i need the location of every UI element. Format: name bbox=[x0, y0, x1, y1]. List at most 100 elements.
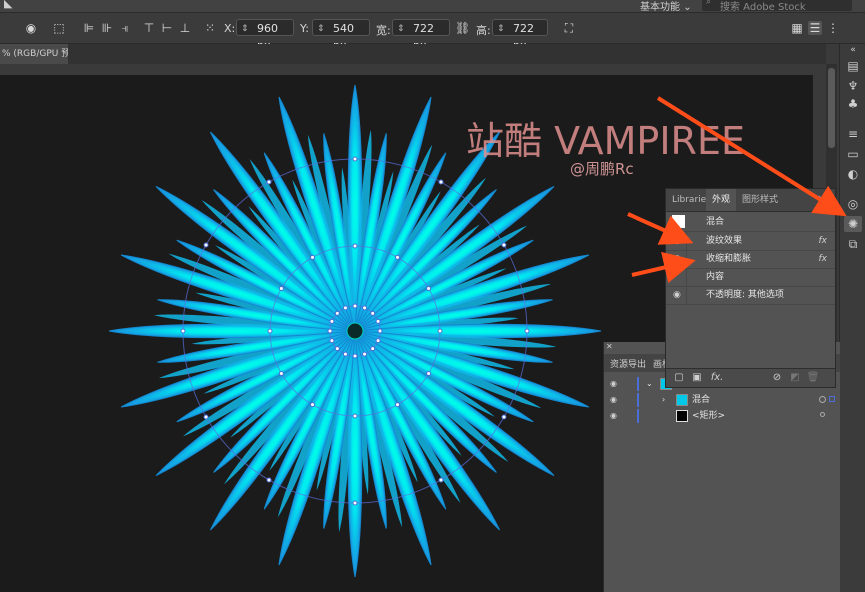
target-icon[interactable] bbox=[820, 412, 825, 417]
anchor-point[interactable] bbox=[203, 414, 209, 420]
target-icon[interactable] bbox=[819, 396, 826, 403]
add-fill-icon[interactable]: ▣ bbox=[690, 371, 704, 385]
anchor-point[interactable] bbox=[352, 353, 358, 359]
anchor-point[interactable] bbox=[375, 338, 381, 344]
anchor-point[interactable] bbox=[437, 328, 443, 334]
tab-asset-export[interactable]: 资源导出 bbox=[610, 357, 646, 370]
align-vcenter-icon[interactable]: ⊢ bbox=[160, 21, 174, 35]
anchor-point[interactable] bbox=[329, 318, 335, 324]
anchor-point[interactable] bbox=[342, 305, 348, 311]
anchor-point[interactable] bbox=[342, 351, 348, 357]
anchor-point[interactable] bbox=[352, 156, 358, 162]
x-field[interactable]: ⇕ 960 px bbox=[236, 19, 294, 52]
gradient-icon[interactable]: ▭ bbox=[844, 146, 862, 162]
anchor-point[interactable] bbox=[438, 179, 444, 185]
anchor-point[interactable] bbox=[266, 477, 272, 483]
anchor-point[interactable] bbox=[501, 414, 507, 420]
anchor-point[interactable] bbox=[334, 310, 340, 316]
anchor-point[interactable] bbox=[375, 318, 381, 324]
contents-label[interactable]: 内容 bbox=[706, 268, 724, 286]
anchor-point[interactable] bbox=[352, 303, 358, 309]
eye-icon[interactable]: ◉ bbox=[673, 250, 681, 268]
graphic-styles-icon[interactable]: ✺ bbox=[844, 216, 862, 232]
anchor-point[interactable] bbox=[501, 242, 507, 248]
trash-icon[interactable]: 🗑 bbox=[806, 371, 820, 385]
anchor-point[interactable] bbox=[327, 328, 333, 334]
anchor-point[interactable] bbox=[266, 179, 272, 185]
anchor-point[interactable] bbox=[362, 351, 368, 357]
scrollbar-thumb[interactable] bbox=[828, 68, 835, 148]
symbols-icon[interactable]: ♣ bbox=[844, 96, 862, 112]
layer-name[interactable]: <矩形> bbox=[692, 408, 725, 424]
stepper-icon[interactable]: ⇕ bbox=[241, 21, 249, 38]
fx-icon[interactable]: fx bbox=[819, 232, 828, 250]
panel-menu-icon[interactable]: ☰ bbox=[808, 21, 822, 35]
appearance-icon[interactable]: ◎ bbox=[844, 196, 862, 212]
reference-point-icon[interactable]: ⁙ bbox=[203, 21, 217, 35]
workspace-switcher[interactable]: 基本功能 ⌄ bbox=[640, 0, 692, 13]
anchor-point[interactable] bbox=[267, 328, 273, 334]
chevron-right-icon[interactable]: › bbox=[662, 392, 665, 408]
align-bottom-icon[interactable]: ⊥ bbox=[178, 21, 192, 35]
appearance-opacity-row[interactable]: ◉ 不透明度: 其他选项 bbox=[666, 286, 835, 305]
anchor-point[interactable] bbox=[310, 254, 315, 260]
eye-icon[interactable]: ◉ bbox=[610, 392, 617, 408]
anchor-point[interactable] bbox=[352, 500, 358, 506]
appearance-effect-row[interactable]: ◉ 收缩和膨胀 fx bbox=[666, 250, 835, 269]
eye-icon[interactable]: ◉ bbox=[610, 376, 617, 392]
anchor-point[interactable] bbox=[329, 338, 335, 344]
anchor-point[interactable] bbox=[377, 328, 383, 334]
tab-graphic-styles[interactable]: 图形样式 bbox=[736, 189, 784, 211]
effect-name[interactable]: 收缩和膨胀 bbox=[706, 250, 751, 268]
close-icon[interactable]: ✕ bbox=[606, 342, 613, 351]
anchor-point[interactable] bbox=[438, 477, 444, 483]
recolor-icon[interactable]: ◉ bbox=[24, 21, 38, 35]
y-field[interactable]: ⇕ 540 px bbox=[312, 19, 370, 52]
more-icon[interactable]: ⋮ bbox=[826, 21, 840, 35]
fx-icon[interactable]: fx. bbox=[710, 371, 724, 385]
anchor-point[interactable] bbox=[352, 243, 358, 249]
eye-icon[interactable]: ◉ bbox=[610, 408, 617, 424]
document-tab[interactable]: % (RGB/GPU 预览) bbox=[0, 44, 68, 64]
anchor-point[interactable] bbox=[426, 371, 432, 376]
eye-icon[interactable]: ◉ bbox=[673, 286, 681, 304]
width-field[interactable]: ⇕ 722 px bbox=[392, 19, 450, 52]
anchor-point[interactable] bbox=[395, 402, 400, 408]
anchor-point[interactable] bbox=[524, 328, 530, 334]
arrange-icon[interactable]: ▦ bbox=[790, 21, 804, 35]
align-right-icon[interactable]: ⫣ bbox=[118, 21, 132, 35]
clear-appearance-icon[interactable]: ⊘ bbox=[770, 371, 784, 385]
effect-name[interactable]: 波纹效果 bbox=[706, 232, 742, 250]
align-top-icon[interactable]: ⊤ bbox=[142, 21, 156, 35]
layer-name[interactable]: 混合 bbox=[692, 392, 710, 408]
anchor-point[interactable] bbox=[278, 371, 284, 376]
anchor-point[interactable] bbox=[362, 305, 368, 311]
anchor-point[interactable] bbox=[203, 242, 209, 248]
chevron-down-icon[interactable]: ⌄ bbox=[646, 376, 653, 392]
appearance-effect-row[interactable]: ◉ 波纹效果 fx bbox=[666, 232, 835, 251]
appearance-contents-row[interactable]: 内容 bbox=[666, 268, 835, 287]
anchor-point[interactable] bbox=[310, 402, 315, 408]
align-hcenter-icon[interactable]: ⊪ bbox=[100, 21, 114, 35]
stepper-icon[interactable]: ⇕ bbox=[497, 21, 505, 38]
anchor-point[interactable] bbox=[370, 346, 376, 352]
transform-options-icon[interactable]: ⛶ bbox=[562, 21, 576, 35]
add-stroke-icon[interactable]: ▢ bbox=[672, 371, 686, 385]
anchor-point[interactable] bbox=[278, 286, 284, 291]
layer-row[interactable]: ◉ <矩形> bbox=[604, 408, 840, 424]
anchor-point[interactable] bbox=[426, 286, 432, 291]
tab-appearance[interactable]: 外观 bbox=[706, 189, 737, 211]
stroke-icon[interactable]: ≡ bbox=[844, 126, 862, 142]
layers-icon[interactable]: ⧉ bbox=[844, 236, 862, 252]
height-field[interactable]: ⇕ 722 px bbox=[492, 19, 548, 52]
anchor-point[interactable] bbox=[370, 310, 376, 316]
stock-search-field[interactable]: ⌕ 搜索 Adobe Stock bbox=[702, 0, 852, 13]
stepper-icon[interactable]: ⇕ bbox=[317, 21, 325, 38]
collapse-dock-icon[interactable]: « bbox=[844, 42, 862, 58]
anchor-point[interactable] bbox=[352, 413, 358, 419]
duplicate-item-icon[interactable]: ◩ bbox=[788, 371, 802, 385]
constrain-proportions-icon[interactable]: ⛓ bbox=[455, 21, 470, 35]
anchor-point[interactable] bbox=[334, 346, 340, 352]
transform-icon[interactable]: ⬚ bbox=[52, 21, 66, 35]
anchor-point[interactable] bbox=[395, 254, 400, 260]
